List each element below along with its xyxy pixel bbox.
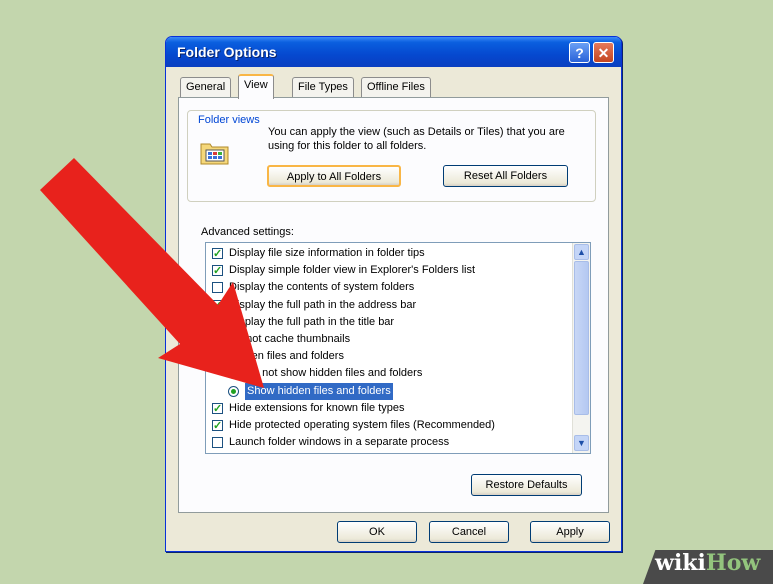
red-arrow-icon xyxy=(40,158,264,388)
watermark-wiki: wiki xyxy=(655,550,706,576)
wikihow-watermark: wikiHow xyxy=(655,550,760,576)
watermark-how: How xyxy=(705,550,761,576)
tab-view[interactable]: View xyxy=(238,74,274,99)
